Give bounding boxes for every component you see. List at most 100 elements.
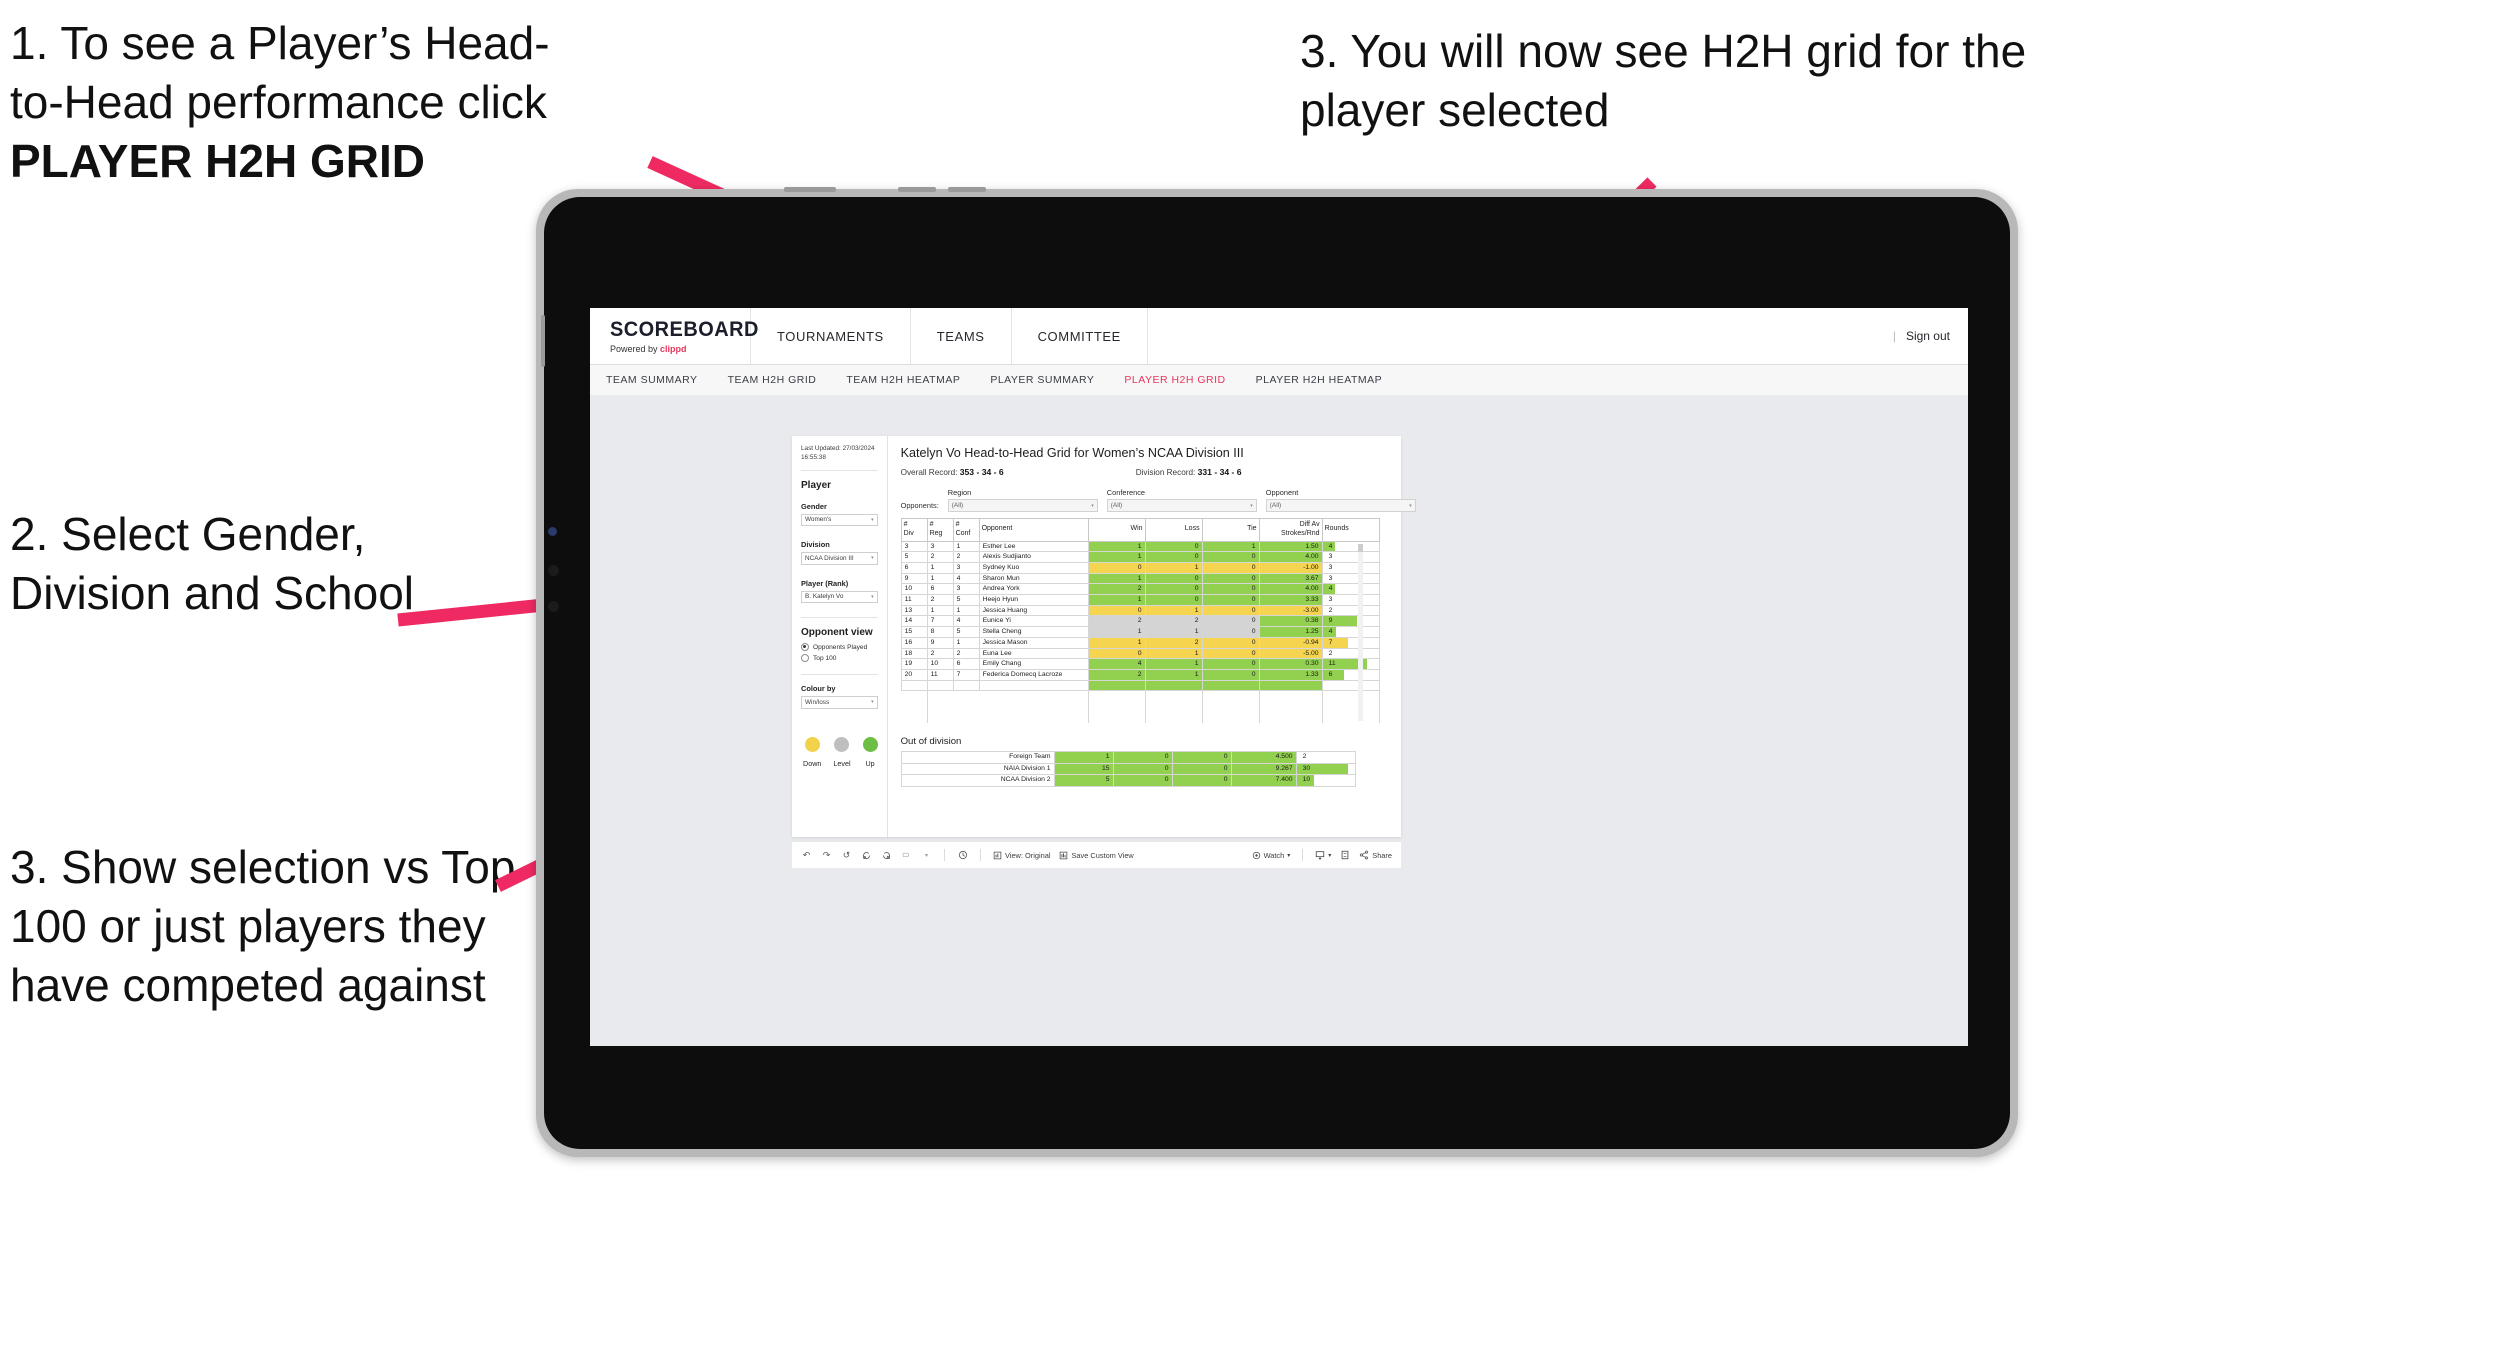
player-rank-label: Player (Rank) [801, 578, 849, 588]
revert-icon[interactable]: ↺ [841, 850, 852, 861]
side-port [541, 315, 545, 367]
sign-out-link[interactable]: Sign out [1906, 329, 1950, 343]
view-original-button[interactable]: View: Original [993, 851, 1050, 860]
cell-rounds: 2 [1321, 647, 1380, 660]
cell-reg: 3 [926, 540, 954, 553]
cell-rounds: 4 [1321, 626, 1380, 638]
cell-div: 10 [900, 583, 928, 596]
out-of-division-row[interactable]: Foreign Team 1 0 0 4.500 2 [900, 751, 1356, 764]
cell-rounds: 7 [1321, 636, 1380, 649]
refresh-icon[interactable] [861, 850, 872, 861]
annotation-1-line1: 1. To see a Player’s Head- [10, 17, 550, 69]
cell-div: 20 [900, 668, 928, 681]
tab-player-h2h-grid[interactable]: PLAYER H2H GRID [1124, 374, 1225, 386]
table-row[interactable]: 15 8 5 Stella Cheng 1 1 0 1.25 4 [900, 626, 1380, 638]
out-of-division-table: Foreign Team 1 0 0 4.500 2 NAIA Division 1 15 0 0… [900, 751, 1356, 787]
cell-conf: 7 [952, 668, 980, 681]
cell-loss: 0 [1144, 540, 1203, 553]
cell-div: 13 [900, 604, 928, 617]
tab-team-h2h-heatmap[interactable]: TEAM H2H HEATMAP [846, 374, 960, 386]
table-row[interactable]: 3 3 1 Esther Lee 1 0 1 1.50 4 [900, 540, 1380, 553]
save-custom-view-button[interactable]: Save Custom View [1059, 851, 1134, 860]
division-record-label: Division Record: [1135, 468, 1196, 477]
cell-tie: 0 [1201, 594, 1260, 606]
cell-conf: 4 [952, 615, 980, 628]
save-custom-view-icon [1059, 851, 1068, 860]
table-row[interactable]: 19 10 6 Emily Chang 4 1 0 0.30 11 [900, 658, 1380, 670]
volume-down-button[interactable] [948, 187, 986, 192]
opponent-value: (All) [1269, 502, 1282, 509]
col-conf: # Conf [952, 518, 980, 542]
table-row[interactable]: 5 2 2 Alexis Sudjianto 1 0 0 4.00 3 [900, 551, 1380, 563]
table-row[interactable]: 13 1 1 Jessica Huang 0 1 0 -3.00 2 [900, 604, 1380, 617]
cell-rounds: 9 [1321, 615, 1380, 628]
power-button[interactable] [784, 187, 836, 192]
table-row[interactable]: 18 2 2 Euna Lee 0 1 0 -5.00 2 [900, 647, 1380, 660]
chevron-down-icon: ▾ [1091, 502, 1094, 509]
cell-win: 1 [1087, 540, 1146, 553]
download-button[interactable]: ▾ [1315, 850, 1331, 860]
tab-team-summary[interactable]: TEAM SUMMARY [606, 374, 698, 386]
cell-div: 15 [900, 626, 928, 638]
conference-select[interactable]: (All) ▾ [1106, 499, 1257, 512]
app-logo[interactable]: SCOREBOARD Powered by clippd [590, 308, 758, 364]
header-nav-committee[interactable]: COMMITTEE [1012, 308, 1148, 364]
divider-2 [801, 617, 878, 619]
radio-opponents-played[interactable]: Opponents Played [801, 643, 878, 652]
out-of-division-row[interactable]: NAIA Division 1 15 0 0 9.267 30 [900, 762, 1356, 776]
division-select[interactable]: NCAA Division III ▾ [801, 552, 878, 565]
cell-conf: 5 [952, 594, 980, 606]
chevron-down-icon: ▾ [871, 593, 874, 600]
undo-icon[interactable]: ↶ [801, 850, 812, 861]
cell-opponent: Sydney Kuo [978, 561, 1089, 574]
header-nav-tournaments[interactable]: TOURNAMENTS [751, 308, 911, 364]
cell-tie: 0 [1201, 551, 1260, 563]
cell-ood-name: NAIA Division 1 [900, 762, 1055, 776]
flag-icon[interactable] [901, 850, 912, 861]
watch-button[interactable]: Watch ▾ [1252, 851, 1291, 860]
tab-player-h2h-heatmap[interactable]: PLAYER H2H HEATMAP [1256, 374, 1382, 386]
microphone-2 [548, 601, 559, 612]
share-button[interactable]: Share [1359, 850, 1392, 860]
player-rank-select[interactable]: B. Katelyn Vo ▾ [801, 590, 878, 604]
cell-reg: 8 [926, 626, 954, 638]
clock-icon[interactable] [957, 850, 968, 861]
logo-powered-by: Powered by [610, 344, 658, 354]
table-row[interactable]: 20 11 7 Federica Domecq Lacroze 2 1 0 1.33 6 [900, 668, 1380, 681]
table-scrollbar-track[interactable] [1357, 544, 1363, 722]
cell-ood-name: NCAA Division 2 [900, 774, 1055, 787]
tab-team-h2h-grid[interactable]: TEAM H2H GRID [728, 374, 817, 386]
volume-up-button[interactable] [898, 187, 936, 192]
table-row[interactable]: 14 7 4 Eunice Yi 2 2 0 0.38 9 [900, 615, 1380, 628]
cell-conf: 5 [952, 626, 980, 638]
cell-reg: 1 [926, 572, 954, 585]
fullscreen-button[interactable] [1340, 850, 1350, 860]
cell-ood-tie: 0 [1171, 751, 1232, 764]
chevron-down-icon: ▾ [1287, 852, 1291, 859]
redo-icon[interactable]: ↷ [821, 850, 832, 861]
table-row[interactable]: 16 9 1 Jessica Mason 1 2 0 -0.94 7 [900, 636, 1380, 649]
cell-ood-win: 15 [1053, 762, 1114, 776]
legend-label-up: Up [865, 758, 875, 768]
table-row[interactable]: 9 1 4 Sharon Mun 1 0 0 3.67 3 [900, 572, 1380, 585]
dropdown-caret-icon[interactable]: ▾ [921, 850, 932, 861]
table-scrollbar-thumb[interactable] [1357, 544, 1363, 552]
cell-opponent: Eunice Yi [978, 615, 1089, 628]
opponent-select[interactable]: (All) ▾ [1265, 499, 1416, 512]
tab-player-summary[interactable]: PLAYER SUMMARY [990, 374, 1094, 386]
radio-top-100[interactable]: Top 100 [801, 654, 878, 663]
gender-select[interactable]: Women's ▾ [801, 513, 878, 527]
cell-div: 11 [900, 594, 928, 606]
table-row[interactable]: 11 2 5 Heejo Hyun 1 0 0 3.33 3 [900, 594, 1380, 606]
table-row[interactable]: 6 1 3 Sydney Kuo 0 1 0 -1.00 3 [900, 561, 1380, 574]
cell-tie: 0 [1201, 647, 1260, 660]
cell-ood-diff: 7.400 [1230, 774, 1297, 787]
header-nav-teams[interactable]: TEAMS [911, 308, 1012, 364]
region-select[interactable]: (All) ▾ [947, 499, 1098, 512]
colour-by-select[interactable]: Win/loss ▾ [801, 696, 878, 709]
pause-icon[interactable] [881, 850, 892, 861]
cell-diff: -5.00 [1258, 647, 1323, 660]
table-row[interactable]: 10 6 3 Andrea York 2 0 0 4.00 4 [900, 583, 1380, 596]
out-of-division-row[interactable]: NCAA Division 2 5 0 0 7.400 10 [900, 774, 1356, 787]
cell-win: 2 [1087, 615, 1146, 628]
